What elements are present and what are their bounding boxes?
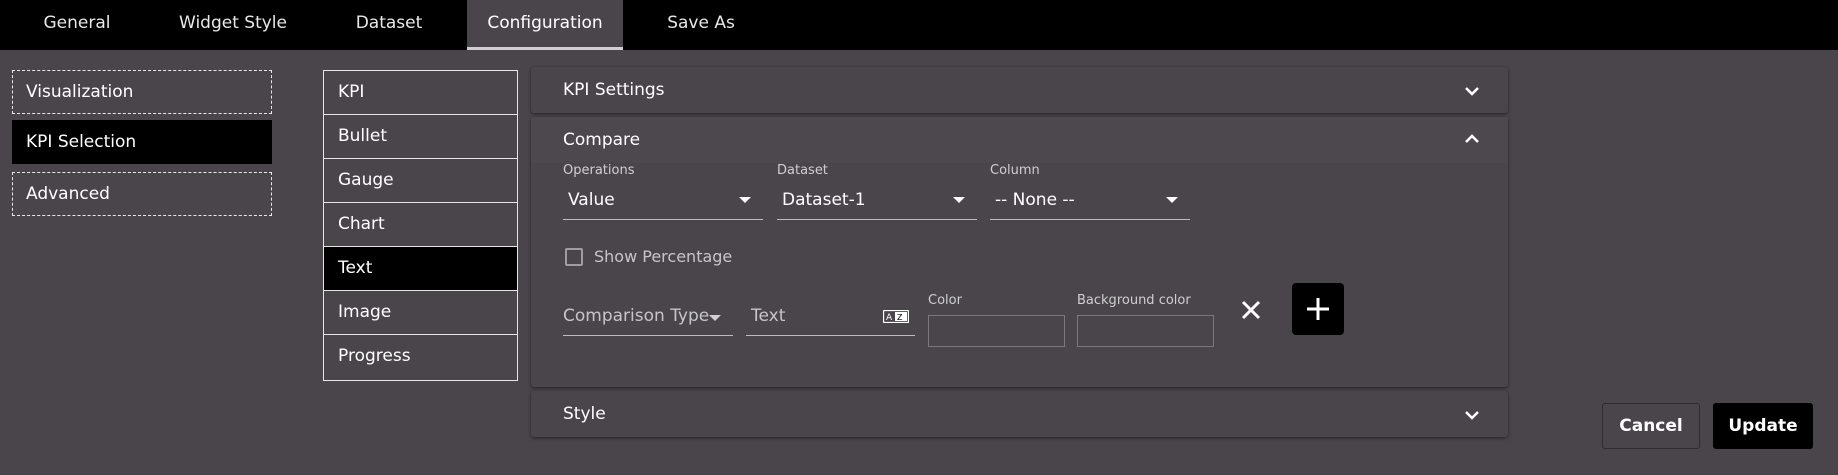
comparison-type-select[interactable]: Comparison Type — [563, 296, 733, 336]
tab-widget-style[interactable]: Widget Style — [168, 0, 298, 50]
compare-title: Compare — [563, 130, 641, 150]
dataset-label: Dataset — [777, 163, 828, 178]
kpi-type-list: KPI Bullet Gauge Chart Text Image Progre… — [323, 70, 518, 381]
style-header[interactable]: Style — [531, 391, 1508, 437]
cancel-button[interactable]: Cancel — [1602, 403, 1700, 449]
show-percentage-label: Show Percentage — [594, 247, 733, 266]
kpi-settings-title: KPI Settings — [563, 80, 665, 100]
operations-label: Operations — [563, 163, 635, 178]
top-tab-bar: General Widget Style Dataset Configurati… — [0, 0, 1838, 50]
tab-general[interactable]: General — [22, 0, 132, 50]
dropdown-caret-icon — [953, 197, 965, 203]
kpi-settings-panel: KPI Settings — [531, 67, 1508, 113]
close-icon[interactable] — [1240, 299, 1262, 321]
text-input-placeholder: Text — [751, 306, 786, 326]
tab-dataset[interactable]: Dataset — [334, 0, 444, 50]
color-label: Color — [928, 293, 962, 308]
kpi-type-gauge[interactable]: Gauge — [324, 159, 517, 203]
add-comparison-button[interactable] — [1292, 283, 1344, 335]
dropdown-caret-icon — [1166, 197, 1178, 203]
kpi-type-chart[interactable]: Chart — [324, 203, 517, 247]
compare-header[interactable]: Compare — [531, 117, 1508, 163]
svg-text:Z: Z — [897, 313, 903, 322]
background-color-label: Background color — [1077, 293, 1191, 308]
chevron-up-icon — [1465, 134, 1479, 143]
column-select[interactable]: -- None -- — [990, 180, 1190, 220]
chevron-down-icon — [1465, 411, 1479, 420]
show-percentage-checkbox[interactable] — [565, 248, 583, 266]
style-panel: Style — [531, 391, 1508, 437]
dataset-value: Dataset-1 — [782, 190, 866, 210]
chevron-down-icon — [1465, 87, 1479, 96]
leftnav-kpi-selection[interactable]: KPI Selection — [12, 120, 272, 164]
background-color-input[interactable] — [1077, 315, 1214, 347]
compare-panel: Compare Operations Value Dataset Dataset… — [531, 117, 1508, 387]
plus-icon — [1307, 298, 1329, 320]
kpi-type-kpi[interactable]: KPI — [324, 71, 517, 115]
kpi-settings-header[interactable]: KPI Settings — [531, 67, 1508, 113]
tab-configuration[interactable]: Configuration — [467, 0, 623, 50]
comparison-type-placeholder: Comparison Type — [563, 306, 710, 326]
dropdown-caret-icon — [709, 315, 721, 321]
update-button[interactable]: Update — [1713, 403, 1813, 449]
dropdown-caret-icon — [739, 197, 751, 203]
kpi-type-progress[interactable]: Progress — [324, 335, 517, 379]
translate-icon[interactable]: A Z — [883, 310, 909, 323]
leftnav-advanced[interactable]: Advanced — [12, 172, 272, 216]
dataset-select[interactable]: Dataset-1 — [777, 180, 977, 220]
text-input[interactable]: Text A Z — [746, 296, 915, 336]
operations-select[interactable]: Value — [563, 180, 763, 220]
compare-body: Operations Value Dataset Dataset-1 Colum… — [531, 163, 1508, 383]
kpi-type-image[interactable]: Image — [324, 291, 517, 335]
kpi-type-bullet[interactable]: Bullet — [324, 115, 517, 159]
style-title: Style — [563, 404, 606, 424]
leftnav-visualization[interactable]: Visualization — [12, 70, 272, 114]
tab-save-as[interactable]: Save As — [651, 0, 751, 50]
color-input[interactable] — [928, 315, 1065, 347]
column-value: -- None -- — [995, 190, 1075, 210]
column-label: Column — [990, 163, 1040, 178]
svg-text:A: A — [886, 313, 893, 323]
kpi-type-text[interactable]: Text — [324, 247, 517, 291]
operations-value: Value — [568, 190, 615, 210]
